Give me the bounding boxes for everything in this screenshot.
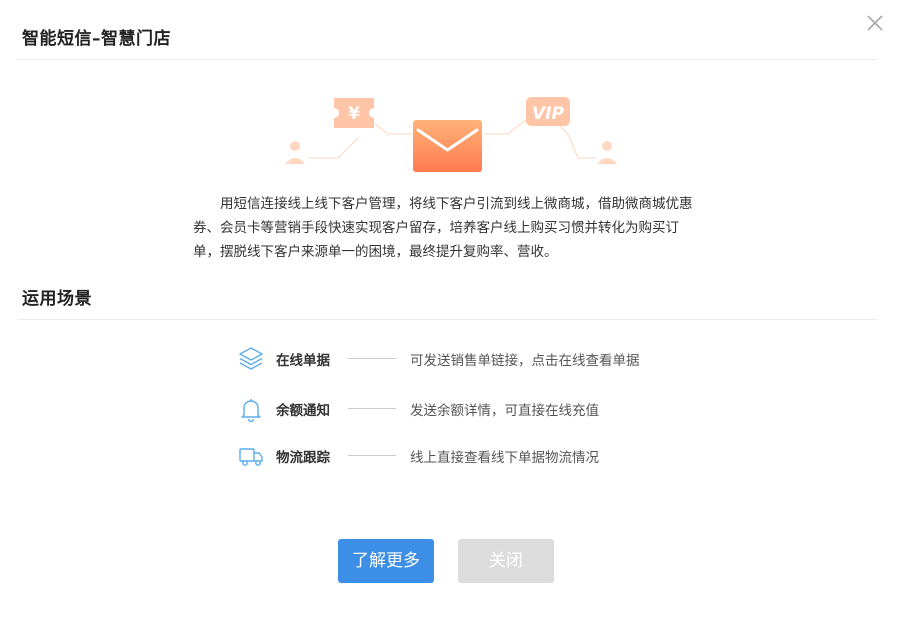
scene-item-logistics: 物流跟踪 线上直接查看线下单据物流情况 [238,443,698,469]
coupon-icon: ¥ [334,98,374,128]
scene-label: 余额通知 [276,403,330,419]
title-divider [17,59,877,60]
scenes-divider [17,319,877,320]
svg-text:¥: ¥ [348,104,360,124]
layers-icon [239,347,263,370]
scene-description: 可发送销售单链接，点击在线查看单据 [410,353,640,369]
sms-illustration: ¥ VIP [285,97,617,172]
scene-connector [348,408,396,409]
truck-icon [239,448,263,466]
scene-connector [348,455,396,456]
scene-item-online-bill: 在线单据 可发送销售单链接，点击在线查看单据 [238,346,698,372]
smart-sms-dialog: 智能短信–智慧门店 ¥ VIP 用短信连接线上线下客户管理，将线下客户引流到线上… [0,0,900,640]
scene-label: 在线单据 [276,353,330,369]
dialog-title: 智能短信–智慧门店 [22,29,171,49]
vip-badge-icon: VIP [526,97,570,126]
envelope-icon [413,120,482,172]
close-button[interactable]: 关闭 [458,539,554,583]
learn-more-button[interactable]: 了解更多 [338,539,434,583]
bell-icon [241,399,261,422]
scene-description: 发送余额详情，可直接在线充值 [410,403,599,419]
scene-item-balance-notice: 余额通知 发送余额详情，可直接在线充值 [238,396,698,422]
close-icon[interactable] [864,12,886,34]
scenes-title: 运用场景 [22,289,92,309]
svg-text:VIP: VIP [532,104,564,124]
scene-label: 物流跟踪 [276,450,330,466]
scene-description: 线上直接查看线下单据物流情况 [410,450,599,466]
person-right-icon [597,141,617,164]
person-left-icon [285,141,305,164]
intro-text: 用短信连接线上线下客户管理，将线下客户引流到线上微商城，借助微商城优惠券、会员卡… [193,196,693,260]
scene-connector [348,358,396,359]
